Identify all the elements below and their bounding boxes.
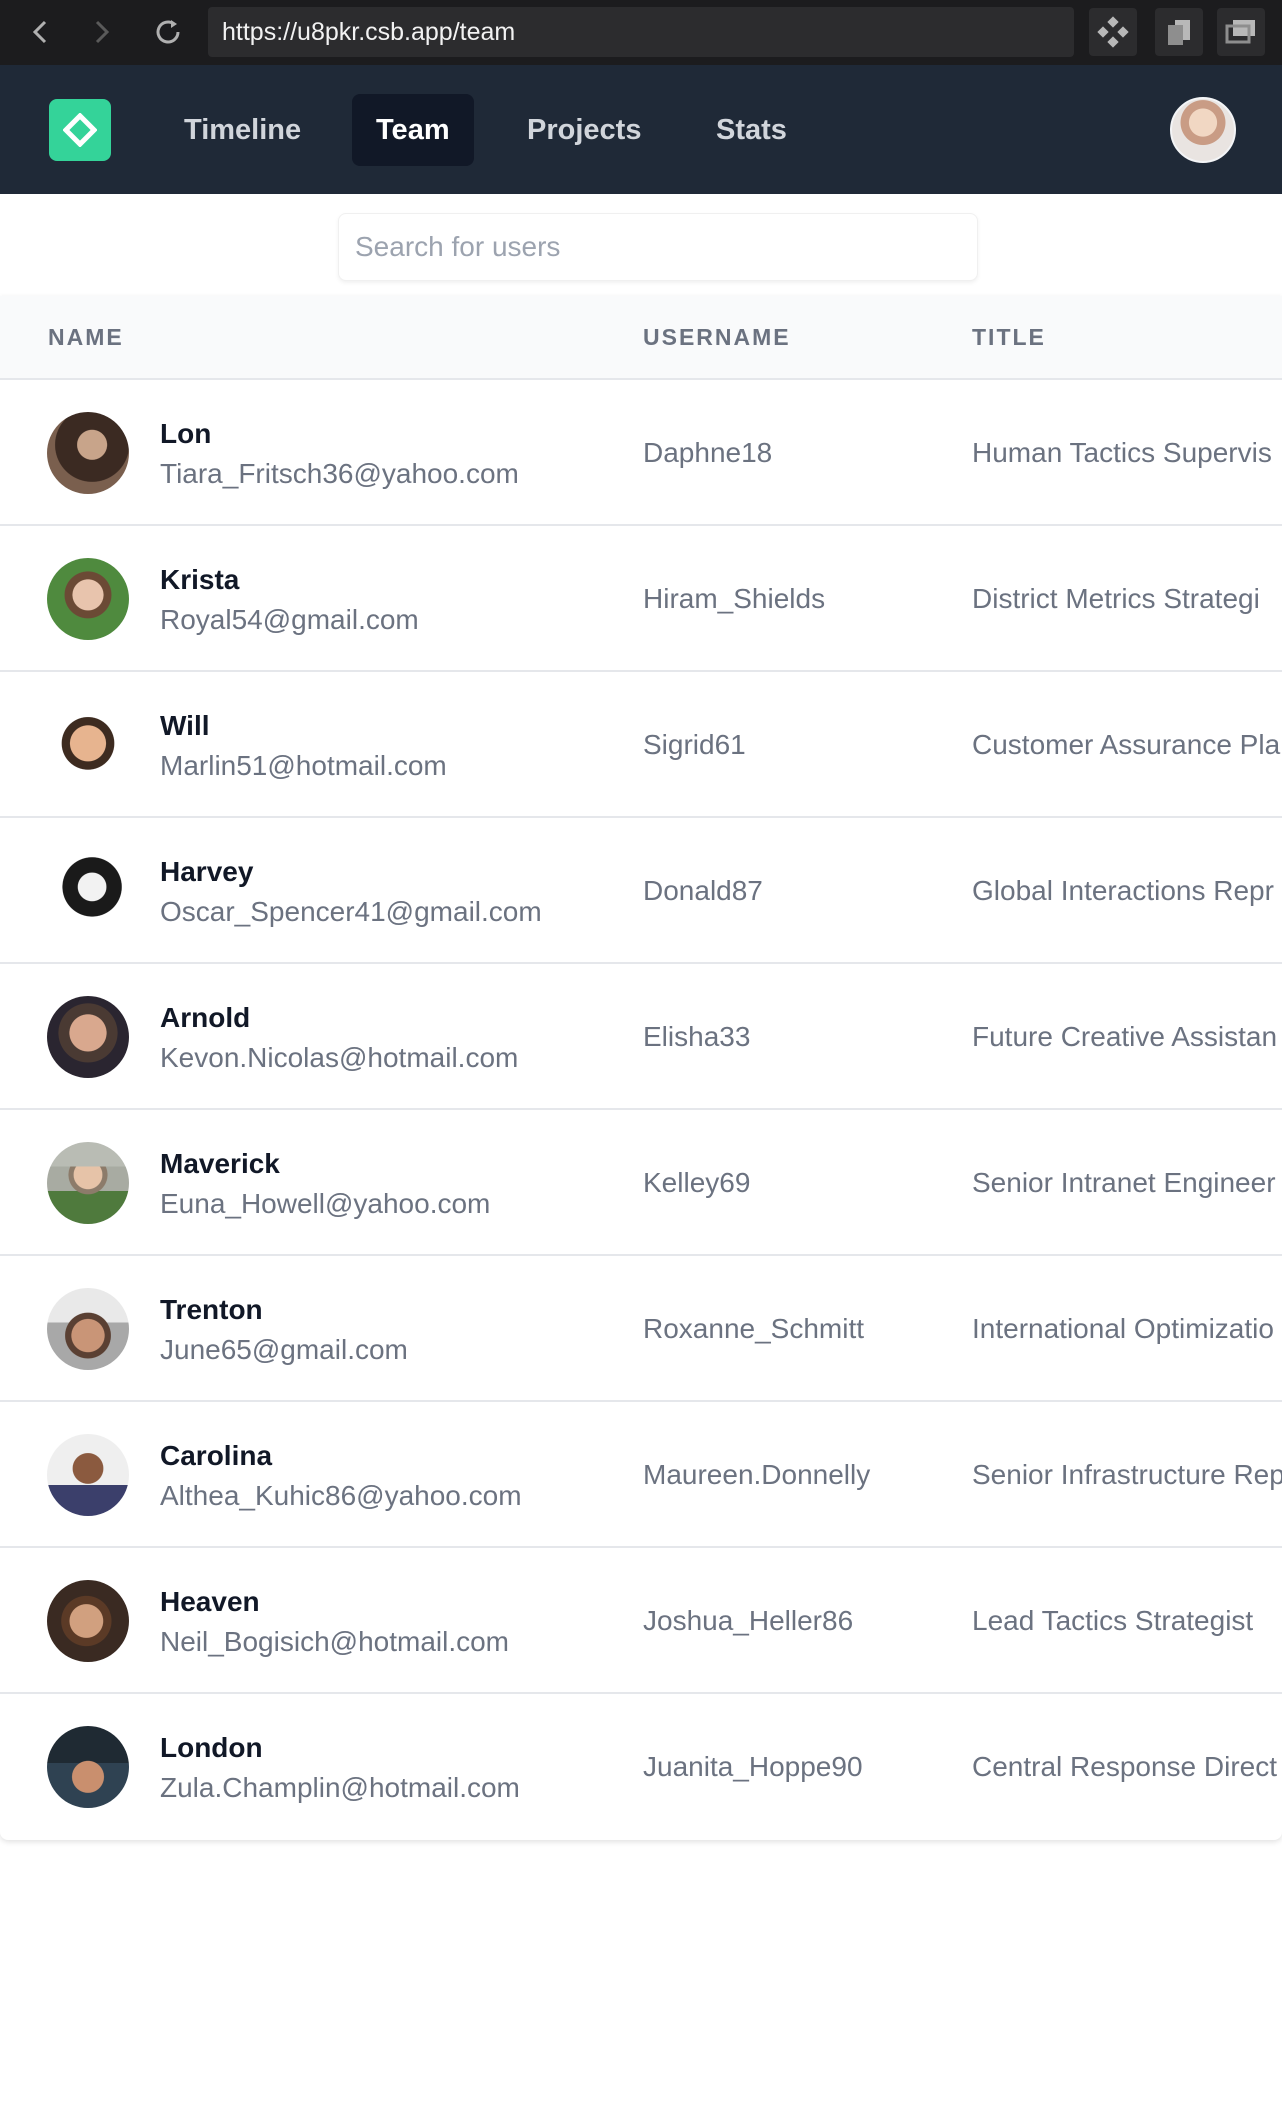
back-button[interactable]: [22, 14, 58, 50]
user-name: Harvey: [160, 856, 254, 887]
user-email: Neil_Bogisich@hotmail.com: [160, 1626, 510, 1657]
table-header: NAME USERNAME TITLE: [0, 296, 1282, 380]
codesandbox-button[interactable]: [1089, 8, 1137, 56]
user-name: Will: [160, 710, 210, 741]
chevron-right-icon: [95, 20, 110, 44]
user-title: Senior Infrastructure Rep: [972, 1459, 1282, 1490]
user-email: Euna_Howell@yahoo.com: [160, 1188, 491, 1219]
table-row[interactable]: London Zula.Champlin@hotmail.com Juanita…: [0, 1694, 1282, 1840]
user-title: International Optimizatio: [972, 1313, 1274, 1344]
user-name: Arnold: [160, 1002, 251, 1033]
user-name: Maverick: [160, 1148, 280, 1179]
avatar: [47, 558, 129, 640]
user-title: Central Response Direct: [972, 1751, 1278, 1782]
user-title: Human Tactics Supervis: [972, 437, 1272, 468]
search-input[interactable]: [339, 214, 977, 280]
user-title: Customer Assurance Pla: [972, 729, 1281, 760]
user-name: Trenton: [160, 1294, 263, 1325]
nav-team[interactable]: Team: [352, 94, 474, 166]
user-username: Maureen.Donnelly: [643, 1459, 871, 1490]
avatar: [47, 1580, 129, 1662]
user-username: Kelley69: [643, 1167, 751, 1198]
reload-button[interactable]: [150, 14, 186, 50]
search-box: [338, 213, 978, 281]
column-header-title: TITLE: [972, 324, 1046, 350]
user-username: Elisha33: [643, 1021, 751, 1052]
user-email: June65@gmail.com: [160, 1334, 408, 1365]
avatar: [47, 1434, 129, 1516]
table-row[interactable]: Krista Royal54@gmail.com Hiram_Shields D…: [0, 526, 1282, 672]
split-view-button[interactable]: [1155, 8, 1203, 56]
table-row[interactable]: Maverick Euna_Howell@yahoo.com Kelley69 …: [0, 1110, 1282, 1256]
table-row[interactable]: Heaven Neil_Bogisich@hotmail.com Joshua_…: [0, 1548, 1282, 1694]
table-row[interactable]: Harvey Oscar_Spencer41@gmail.com Donald8…: [0, 818, 1282, 964]
user-name: Heaven: [160, 1586, 260, 1617]
forward-button[interactable]: [84, 14, 120, 50]
user-username: Roxanne_Schmitt: [643, 1313, 865, 1344]
table-row[interactable]: Lon Tiara_Fritsch36@yahoo.com Daphne18 H…: [0, 380, 1282, 526]
avatar: [47, 1142, 129, 1224]
avatar: [47, 1288, 129, 1370]
reload-icon: [156, 20, 180, 44]
new-window-button[interactable]: [1217, 8, 1265, 56]
diamond-grid-icon: [1097, 16, 1129, 48]
browser-toolbar: https://u8pkr.csb.app/team: [0, 0, 1282, 65]
user-username: Joshua_Heller86: [643, 1605, 854, 1636]
table-row[interactable]: Arnold Kevon.Nicolas@hotmail.com Elisha3…: [0, 964, 1282, 1110]
column-header-name: NAME: [48, 324, 124, 350]
user-username: Juanita_Hoppe90: [643, 1751, 863, 1782]
user-email: Althea_Kuhic86@yahoo.com: [160, 1480, 522, 1511]
app-header: Timeline Team Projects Stats: [0, 65, 1282, 194]
window-icon: [1225, 20, 1255, 44]
user-title: Senior Intranet Engineer: [972, 1167, 1276, 1198]
user-email: Zula.Champlin@hotmail.com: [160, 1772, 520, 1803]
diamond-logo-icon: [63, 113, 97, 147]
nav-stats[interactable]: Stats: [692, 94, 811, 166]
nav-timeline[interactable]: Timeline: [160, 94, 325, 166]
user-title: Global Interactions Repr: [972, 875, 1274, 906]
app-logo[interactable]: [49, 99, 111, 161]
nav-projects[interactable]: Projects: [503, 94, 665, 166]
table-row[interactable]: Will Marlin51@hotmail.com Sigrid61 Custo…: [0, 672, 1282, 818]
avatar: [47, 412, 129, 494]
user-username: Daphne18: [643, 437, 773, 468]
address-bar[interactable]: https://u8pkr.csb.app/team: [208, 7, 1074, 57]
user-title: Lead Tactics Strategist: [972, 1605, 1254, 1636]
column-header-username: USERNAME: [643, 324, 791, 350]
avatar: [47, 704, 129, 786]
copy-icon: [1168, 20, 1190, 45]
user-email: Marlin51@hotmail.com: [160, 750, 447, 781]
user-email: Tiara_Fritsch36@yahoo.com: [160, 458, 519, 489]
avatar: [47, 1726, 129, 1808]
user-name: Carolina: [160, 1440, 273, 1471]
avatar: [47, 996, 129, 1078]
user-title: Future Creative Assistan: [972, 1021, 1278, 1052]
chevron-left-icon: [32, 20, 47, 44]
user-name: Krista: [160, 564, 240, 595]
table-row[interactable]: Carolina Althea_Kuhic86@yahoo.com Mauree…: [0, 1402, 1282, 1548]
user-email: Kevon.Nicolas@hotmail.com: [160, 1042, 519, 1073]
user-avatar[interactable]: [1170, 97, 1236, 163]
user-username: Sigrid61: [643, 729, 746, 760]
users-table: NAME USERNAME TITLE Lon Tiara_Fritsch36@…: [0, 296, 1282, 1840]
user-email: Oscar_Spencer41@gmail.com: [160, 896, 542, 927]
user-username: Hiram_Shields: [643, 583, 826, 614]
user-name: Lon: [160, 418, 212, 449]
user-email: Royal54@gmail.com: [160, 604, 419, 635]
user-username: Donald87: [643, 875, 763, 906]
table-row[interactable]: Trenton June65@gmail.com Roxanne_Schmitt…: [0, 1256, 1282, 1402]
user-name: London: [160, 1732, 263, 1763]
user-title: District Metrics Strategi: [972, 583, 1260, 614]
avatar: [47, 850, 129, 932]
